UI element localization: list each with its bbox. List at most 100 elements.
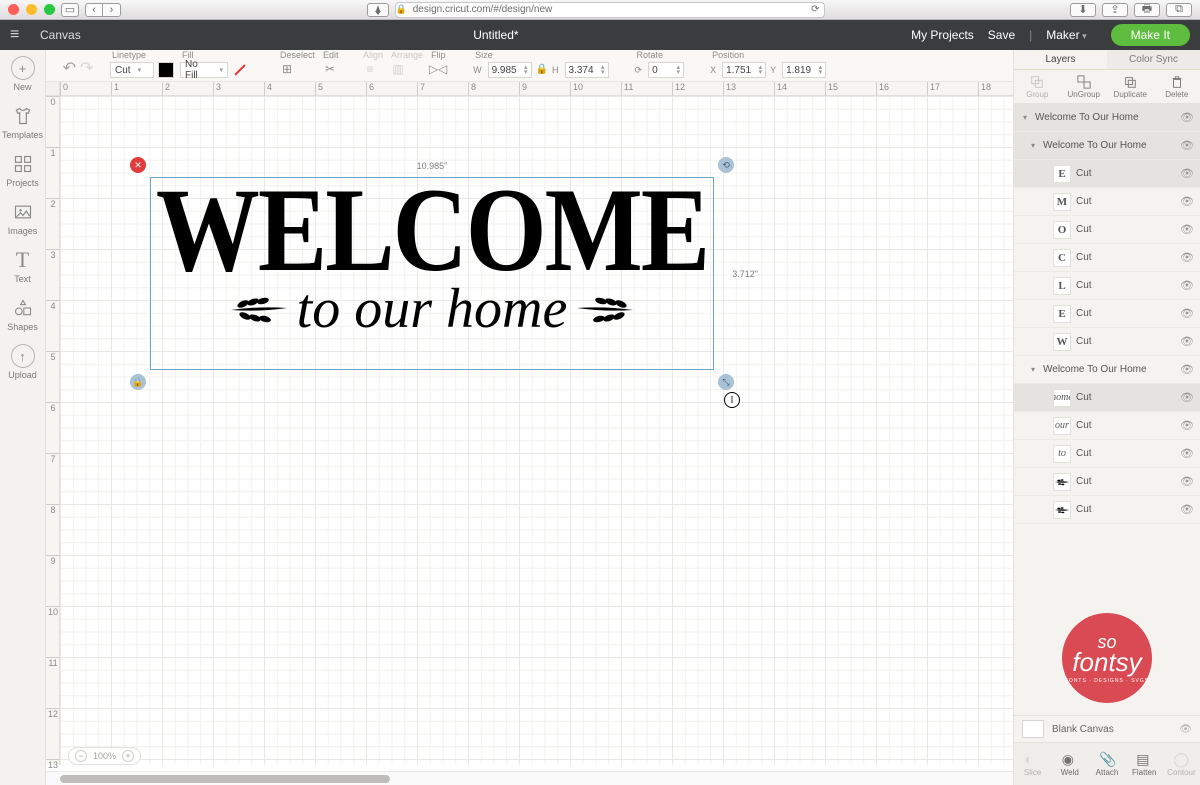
layer-row[interactable]: toCut👁 bbox=[1014, 440, 1200, 468]
projects-label: Projects bbox=[6, 178, 39, 188]
visibility-icon[interactable]: 👁 bbox=[1180, 335, 1194, 348]
canvas-area[interactable]: 012345678910111213141516171819 012345678… bbox=[46, 82, 1013, 785]
layer-row[interactable]: ECut👁 bbox=[1014, 160, 1200, 188]
visibility-icon[interactable]: 👁 bbox=[1180, 111, 1194, 124]
pos-x-input[interactable]: 1.751▴▾ bbox=[722, 62, 766, 78]
layer-row[interactable]: ▾Welcome To Our Home👁 bbox=[1014, 356, 1200, 384]
minimize-window-icon[interactable] bbox=[26, 4, 37, 15]
visibility-icon[interactable]: 👁 bbox=[1180, 139, 1194, 152]
attach-button[interactable]: 📎Attach bbox=[1088, 743, 1125, 785]
zoom-in-button[interactable]: + bbox=[122, 750, 134, 762]
linetype-swatch[interactable] bbox=[158, 62, 174, 78]
my-projects-link[interactable]: My Projects bbox=[911, 28, 974, 42]
deselect-button[interactable]: ⊞ bbox=[278, 60, 296, 78]
visibility-icon[interactable]: 👁 bbox=[1180, 363, 1194, 376]
text-icon: T bbox=[11, 248, 35, 272]
layer-row[interactable]: WCut👁 bbox=[1014, 328, 1200, 356]
height-input[interactable]: 3.374▴▾ bbox=[565, 62, 609, 78]
canvas-layer-row[interactable]: Blank Canvas 👁 bbox=[1014, 715, 1200, 743]
menu-button[interactable]: ≡ bbox=[10, 26, 40, 44]
visibility-icon[interactable]: 👁 bbox=[1180, 391, 1194, 404]
delete-handle-icon[interactable]: ✕ bbox=[130, 157, 146, 173]
shapes-button[interactable]: Shapes bbox=[3, 296, 43, 332]
images-button[interactable]: Images bbox=[3, 200, 43, 236]
edit-label: Edit bbox=[321, 50, 339, 60]
undo-button[interactable]: ↶ bbox=[63, 58, 76, 78]
tab-layers[interactable]: Layers bbox=[1014, 50, 1107, 69]
visibility-icon[interactable]: 👁 bbox=[1180, 307, 1194, 320]
visibility-icon[interactable]: 👁 bbox=[1180, 223, 1194, 236]
layer-row[interactable]: CCut👁 bbox=[1014, 244, 1200, 272]
zoom-out-button[interactable]: − bbox=[75, 750, 87, 762]
downloads-button[interactable]: ⬇ bbox=[1070, 3, 1096, 17]
layer-row[interactable]: Cut👁 bbox=[1014, 468, 1200, 496]
flatten-button[interactable]: ▤Flatten bbox=[1126, 743, 1163, 785]
visibility-icon[interactable]: 👁 bbox=[1180, 419, 1194, 432]
canvas-swatch bbox=[1022, 720, 1044, 738]
print-button[interactable]: 🖶 bbox=[1134, 3, 1160, 17]
project-title[interactable]: Untitled* bbox=[81, 28, 911, 42]
projects-button[interactable]: Projects bbox=[3, 152, 43, 188]
visibility-icon[interactable]: 👁 bbox=[1180, 195, 1194, 208]
canvas-visibility-icon[interactable]: 👁 bbox=[1179, 724, 1192, 735]
upload-button[interactable]: ↑ Upload bbox=[3, 344, 43, 380]
lock-handle-icon[interactable]: 🔒 bbox=[130, 374, 146, 390]
make-it-button[interactable]: Make It bbox=[1111, 24, 1190, 46]
text-button[interactable]: T Text bbox=[3, 248, 43, 284]
save-link[interactable]: Save bbox=[988, 28, 1015, 42]
visibility-icon[interactable]: 👁 bbox=[1180, 447, 1194, 460]
fill-dropdown[interactable]: No Fill bbox=[180, 62, 228, 78]
lock-aspect-icon[interactable]: 🔒 bbox=[536, 64, 548, 77]
linetype-dropdown[interactable]: Cut bbox=[110, 62, 154, 78]
duplicate-button[interactable]: Duplicate bbox=[1107, 70, 1154, 103]
width-input[interactable]: 9.985▴▾ bbox=[488, 62, 532, 78]
h-scroll-thumb[interactable] bbox=[60, 775, 390, 783]
layer-row[interactable]: ourCut👁 bbox=[1014, 412, 1200, 440]
weld-button[interactable]: ◉Weld bbox=[1051, 743, 1088, 785]
ruler-corner bbox=[46, 82, 60, 96]
layer-row[interactable]: homeCut👁 bbox=[1014, 384, 1200, 412]
layer-row[interactable]: ▾Welcome To Our Home👁 bbox=[1014, 132, 1200, 160]
address-bar[interactable]: 🔒 design.cricut.com/#/design/new ⟳ bbox=[395, 2, 825, 18]
layer-row[interactable]: ▾Welcome To Our Home👁 bbox=[1014, 104, 1200, 132]
redo-button[interactable]: ↷ bbox=[80, 58, 93, 78]
visibility-icon[interactable]: 👁 bbox=[1180, 475, 1194, 488]
tabs-button[interactable]: ⧉ bbox=[1166, 3, 1192, 17]
machine-select[interactable]: Maker bbox=[1046, 28, 1086, 42]
layer-row[interactable]: LCut👁 bbox=[1014, 272, 1200, 300]
visibility-icon[interactable]: 👁 bbox=[1180, 503, 1194, 516]
delete-button[interactable]: Delete bbox=[1154, 70, 1200, 103]
share-button[interactable]: ⇪ bbox=[1102, 3, 1128, 17]
reload-icon[interactable]: ⟳ bbox=[811, 4, 819, 15]
selected-artwork[interactable]: ✕ ⟲ 🔒 ⤡ 10.985" 3.712" WELCOME to our ho… bbox=[152, 179, 712, 368]
edit-button[interactable]: ✂ bbox=[321, 60, 339, 78]
templates-button[interactable]: Templates bbox=[3, 104, 43, 140]
scale-handle-icon[interactable]: ⤡ bbox=[718, 374, 734, 390]
layers-list[interactable]: ▾Welcome To Our Home👁▾Welcome To Our Hom… bbox=[1014, 104, 1200, 601]
fullscreen-window-icon[interactable] bbox=[44, 4, 55, 15]
h-scrollbar[interactable] bbox=[46, 771, 1013, 785]
pos-y-input[interactable]: 1.819▴▾ bbox=[782, 62, 826, 78]
rotate-handle-icon[interactable]: ⟲ bbox=[718, 157, 734, 173]
rotate-input[interactable]: 0▴▾ bbox=[648, 62, 684, 78]
nav-forward-button[interactable]: › bbox=[103, 3, 121, 17]
ungroup-button[interactable]: UnGroup bbox=[1061, 70, 1108, 103]
position-label: Position bbox=[710, 50, 826, 62]
layer-row[interactable]: OCut👁 bbox=[1014, 216, 1200, 244]
zoom-control[interactable]: − 100% + bbox=[68, 747, 141, 765]
close-window-icon[interactable] bbox=[8, 4, 19, 15]
layer-row[interactable]: MCut👁 bbox=[1014, 188, 1200, 216]
visibility-icon[interactable]: 👁 bbox=[1180, 167, 1194, 180]
no-fill-icon[interactable] bbox=[232, 62, 248, 78]
sidebar-toggle-button[interactable]: ▭ bbox=[61, 3, 79, 17]
tab-color-sync[interactable]: Color Sync bbox=[1107, 50, 1200, 69]
flip-button[interactable]: ▷◁ bbox=[429, 60, 447, 78]
layer-row[interactable]: ECut👁 bbox=[1014, 300, 1200, 328]
visibility-icon[interactable]: 👁 bbox=[1180, 251, 1194, 264]
new-button[interactable]: + New bbox=[3, 56, 43, 92]
arrange-label: Arrange bbox=[389, 50, 423, 60]
rotate-label: Rotate bbox=[635, 50, 685, 62]
nav-back-button[interactable]: ‹ bbox=[85, 3, 103, 17]
layer-row[interactable]: Cut👁 bbox=[1014, 496, 1200, 524]
visibility-icon[interactable]: 👁 bbox=[1180, 279, 1194, 292]
